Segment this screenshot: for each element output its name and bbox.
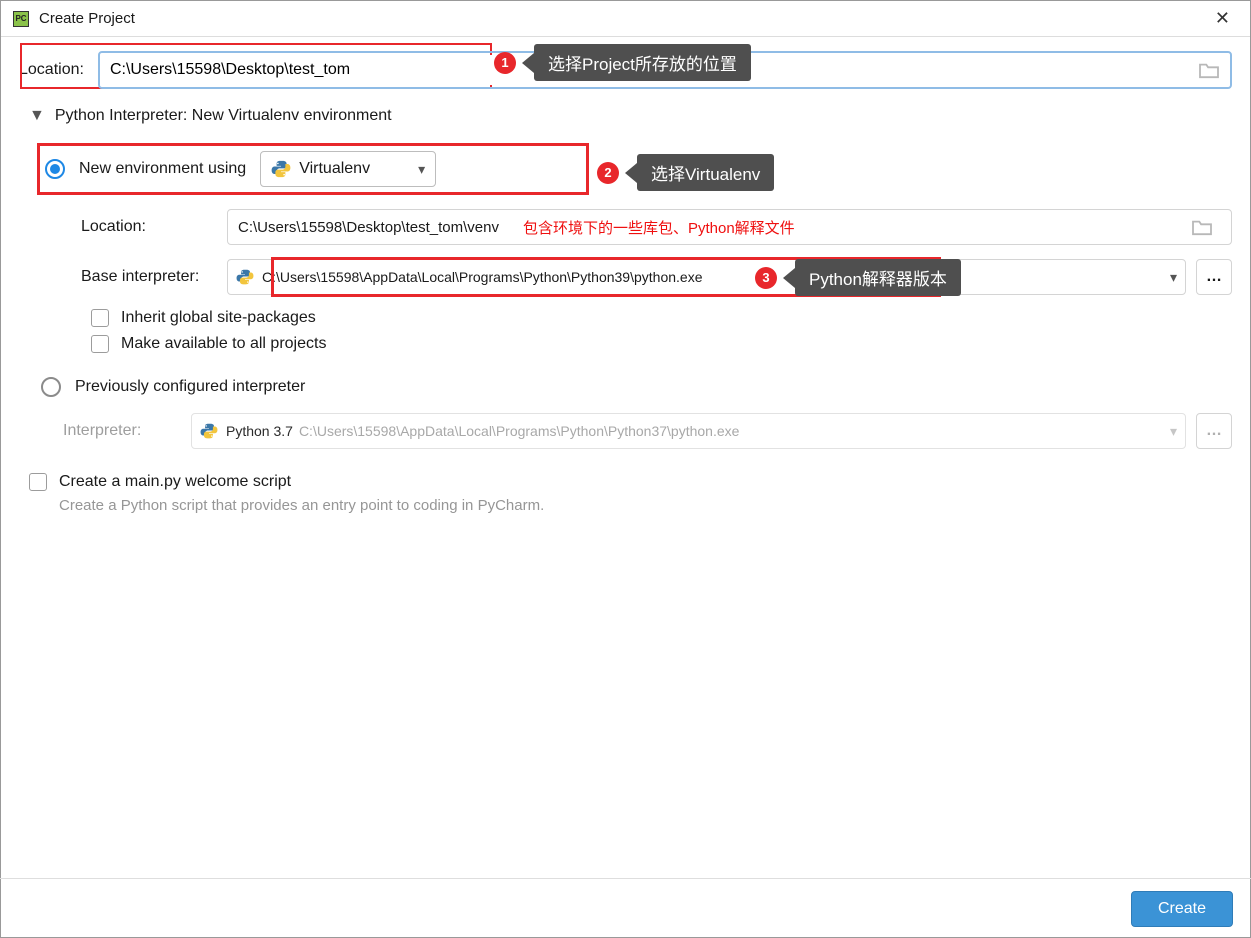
section-title: Python Interpreter: New Virtualenv envir… bbox=[55, 107, 392, 125]
callout-arrow bbox=[625, 163, 637, 183]
make-available-label: Make available to all projects bbox=[121, 335, 326, 353]
prev-interpreter-name: Python 3.7 bbox=[226, 423, 293, 439]
base-interpreter-dropdown[interactable]: C:\Users\15598\AppData\Local\Programs\Py… bbox=[227, 259, 1186, 295]
python-icon bbox=[271, 159, 291, 179]
more-button[interactable]: … bbox=[1196, 259, 1232, 295]
venv-location-field[interactable]: C:\Users\15598\Desktop\test_tom\venv 包含环… bbox=[227, 209, 1232, 245]
venv-location-row: Location: C:\Users\15598\Desktop\test_to… bbox=[81, 209, 1232, 245]
folder-icon[interactable] bbox=[1191, 218, 1213, 236]
callout-1: 1 选择Project所存放的位置 bbox=[494, 44, 751, 81]
chevron-down-icon: ▾ bbox=[418, 161, 425, 178]
content: Location: 1 选择Project所存放的位置 ▼ Python Int… bbox=[1, 37, 1250, 528]
inherit-checkbox[interactable] bbox=[91, 309, 109, 327]
close-icon[interactable]: ✕ bbox=[1207, 4, 1238, 33]
titlebar: PC Create Project ✕ bbox=[1, 1, 1250, 37]
more-button-disabled: … bbox=[1196, 413, 1232, 449]
python-icon bbox=[200, 422, 218, 440]
new-env-radio-row: New environment using Virtualenv ▾ 2 选择V… bbox=[37, 143, 1232, 195]
footer: Create bbox=[0, 878, 1251, 938]
main-script-checkbox[interactable] bbox=[29, 473, 47, 491]
venv-location-value: C:\Users\15598\Desktop\test_tom\venv bbox=[238, 219, 499, 236]
folder-icon[interactable] bbox=[1198, 61, 1220, 79]
new-env-block: New environment using Virtualenv ▾ 2 选择V… bbox=[37, 143, 1232, 353]
callout-arrow bbox=[783, 268, 795, 288]
chevron-down-icon: ▾ bbox=[1170, 269, 1177, 286]
previously-configured-label: Previously configured interpreter bbox=[75, 378, 305, 396]
chevron-down-icon: ▼ bbox=[29, 107, 45, 125]
location-row: Location: 1 选择Project所存放的位置 bbox=[19, 51, 1232, 89]
main-script-hint: Create a Python script that provides an … bbox=[59, 497, 1232, 514]
pycharm-icon: PC bbox=[13, 11, 29, 27]
base-interpreter-label: Base interpreter: bbox=[81, 268, 227, 286]
env-type-value: Virtualenv bbox=[299, 160, 402, 178]
env-type-dropdown[interactable]: Virtualenv ▾ bbox=[260, 151, 436, 187]
new-env-label: New environment using bbox=[79, 160, 246, 178]
new-env-radio[interactable] bbox=[45, 159, 65, 179]
prev-interpreter-label: Interpreter: bbox=[63, 422, 191, 440]
main-script-row: Create a main.py welcome script bbox=[29, 473, 1232, 491]
prev-interpreter-row: Interpreter: Python 3.7 C:\Users\15598\A… bbox=[63, 413, 1232, 449]
base-interpreter-row: Base interpreter: C:\Users\15598\AppData… bbox=[81, 259, 1232, 295]
callout-text-3: Python解释器版本 bbox=[795, 259, 961, 296]
callout-arrow bbox=[522, 53, 534, 73]
python-icon bbox=[236, 268, 254, 286]
inherit-label: Inherit global site-packages bbox=[121, 309, 316, 327]
inherit-checkbox-row: Inherit global site-packages bbox=[91, 309, 1232, 327]
chevron-down-icon: ▾ bbox=[1170, 423, 1177, 440]
make-available-checkbox-row: Make available to all projects bbox=[91, 335, 1232, 353]
callout-text-2: 选择Virtualenv bbox=[637, 154, 774, 191]
window-title: Create Project bbox=[39, 10, 135, 27]
callout-3: 3 Python解释器版本 bbox=[755, 259, 961, 296]
prev-interpreter-dropdown: Python 3.7 C:\Users\15598\AppData\Local\… bbox=[191, 413, 1186, 449]
interpreter-section-header[interactable]: ▼ Python Interpreter: New Virtualenv env… bbox=[29, 107, 1232, 125]
callout-num-1: 1 bbox=[494, 52, 516, 74]
previously-configured-radio[interactable] bbox=[41, 377, 61, 397]
callout-num-2: 2 bbox=[597, 162, 619, 184]
make-available-checkbox[interactable] bbox=[91, 335, 109, 353]
create-button[interactable]: Create bbox=[1131, 891, 1233, 927]
venv-location-note: 包含环境下的一些库包、Python解释文件 bbox=[523, 217, 795, 238]
prev-interpreter-path: C:\Users\15598\AppData\Local\Programs\Py… bbox=[299, 423, 739, 439]
callout-2: 2 选择Virtualenv bbox=[597, 154, 774, 191]
callout-num-3: 3 bbox=[755, 267, 777, 289]
main-script-label: Create a main.py welcome script bbox=[59, 473, 291, 491]
previously-configured-row: Previously configured interpreter bbox=[41, 377, 1232, 397]
base-interpreter-value: C:\Users\15598\AppData\Local\Programs\Py… bbox=[262, 269, 702, 285]
callout-text-1: 选择Project所存放的位置 bbox=[534, 44, 751, 81]
location-label: Location: bbox=[19, 61, 84, 79]
venv-location-label: Location: bbox=[81, 218, 227, 236]
